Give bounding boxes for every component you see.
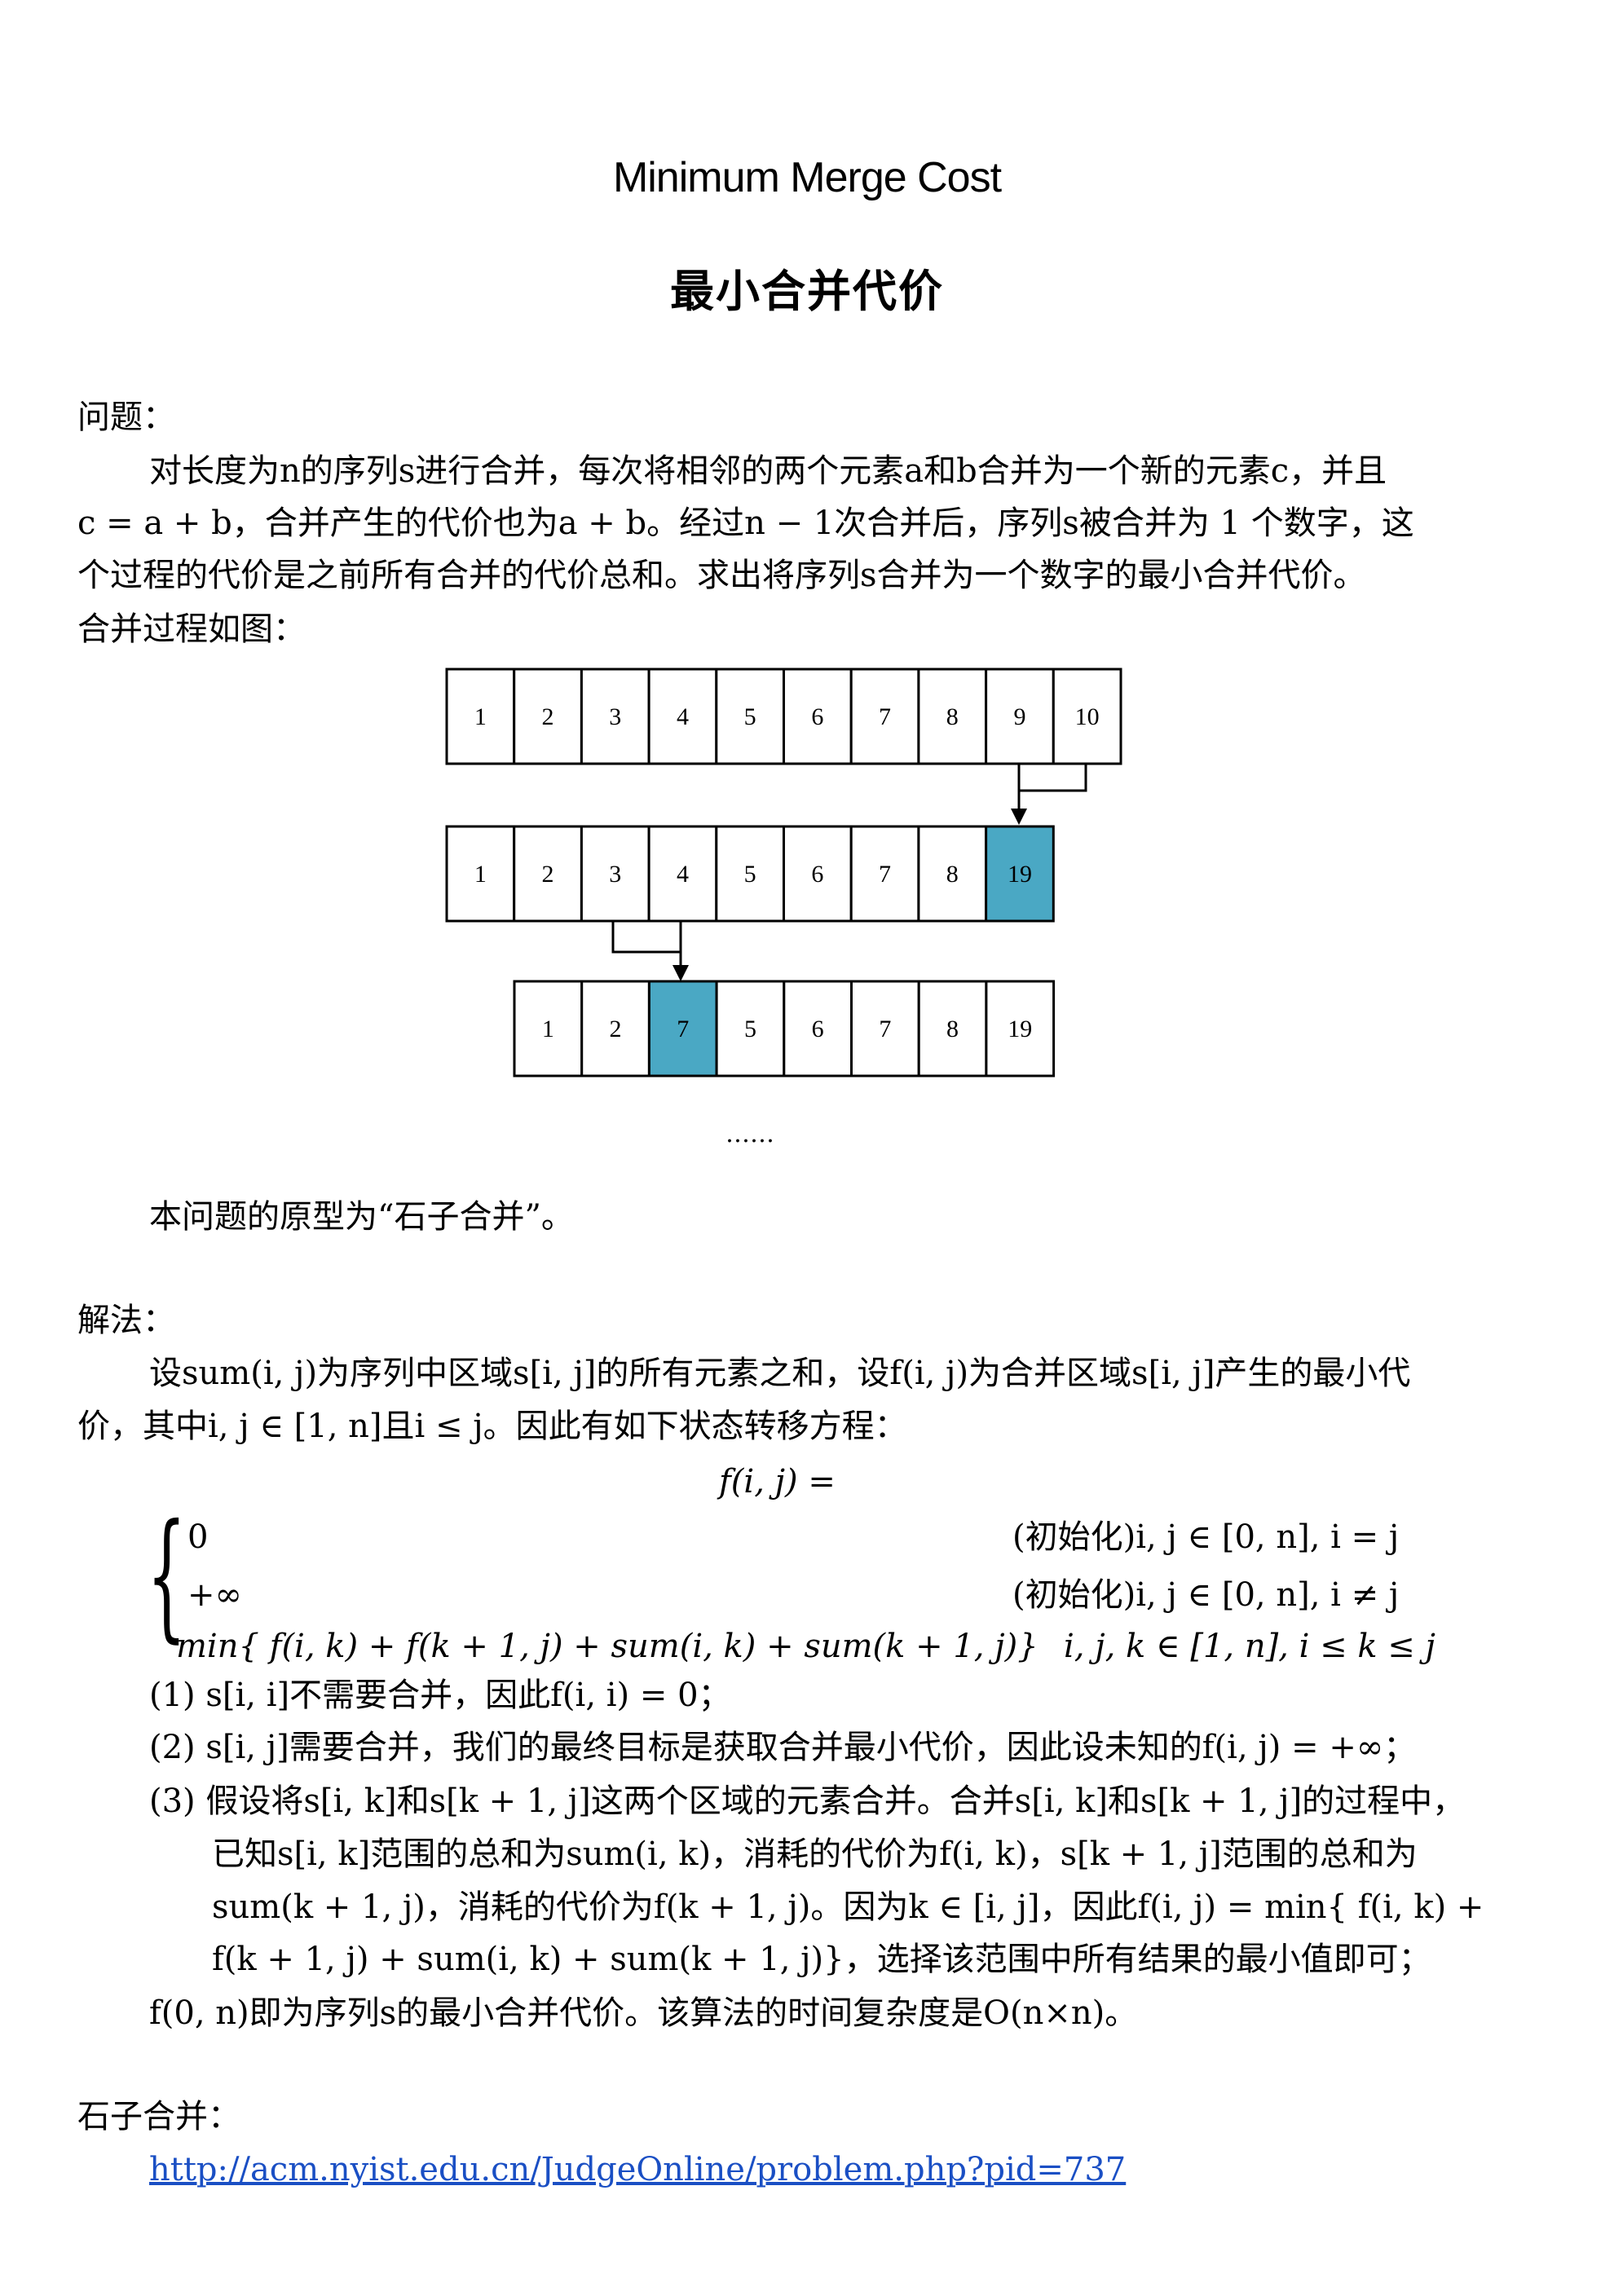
item-1: (1) s[i, i]不需要合并，因此f(i, i) = 0；	[149, 1677, 731, 1714]
row1-cell-value: 8	[946, 703, 959, 730]
solution-line-1: 设sum(i, j)为序列中区域s[i, j]的所有元素之和，设f(i, j)为…	[149, 1355, 1411, 1392]
case-2-condition: (初始化)i, j ∈ [0, n], i ≠ j	[1012, 1576, 1400, 1614]
reference-heading: 石子合并：	[77, 2098, 240, 2135]
conclusion: f(0, n)即为序列s的最小合并代价。该算法的时间复杂度是O(n×n)。	[149, 1994, 1138, 2032]
row1-cell-value: 5	[744, 703, 756, 730]
item-3-line-2: 已知s[i, k]范围的总和为sum(i, k)，消耗的代价为f(i, k)，s…	[212, 1835, 1418, 1873]
row3-cell-value: 7	[677, 1016, 689, 1042]
item-3-line-4: f(k + 1, j) + sum(i, k) + sum(k + 1, j)}…	[212, 1941, 1431, 1978]
row3-cell-value: 1	[542, 1016, 554, 1042]
document-page: Minimum Merge Cost 最小合并代价 问题： 对长度为n的序列s进…	[0, 0, 1614, 2296]
arrow-head-1	[1011, 809, 1027, 825]
case-2-expression: +∞	[187, 1576, 242, 1614]
row3-cell-value: 7	[879, 1016, 891, 1042]
row2-cell-value: 8	[946, 861, 959, 888]
cases-brace: {	[147, 1495, 187, 1656]
row3-cell-value: 2	[610, 1016, 622, 1042]
row1-cell-value: 4	[677, 703, 689, 730]
arrow-head-2	[672, 965, 689, 981]
item-3-line-3: sum(k + 1, j)，消耗的代价为f(k + 1, j)。因为k ∈ [i…	[212, 1888, 1484, 1926]
row3-cell-value: 5	[744, 1016, 756, 1042]
row2-cell-value: 19	[1008, 861, 1032, 888]
solution-heading: 解法：	[77, 1302, 175, 1339]
item-2: (2) s[i, j]需要合并，我们的最终目标是获取合并最小代价，因此设未知的f…	[149, 1729, 1417, 1766]
row1-cell-value: 9	[1013, 703, 1025, 730]
merge-arrow-1	[1017, 764, 1087, 811]
row1-cell-value: 7	[879, 703, 891, 730]
sequence-row-3: 1 2 7 5 6 7 8 19	[513, 980, 1056, 1077]
case-1-expression: 0	[187, 1518, 209, 1556]
row2-cell-value: 5	[744, 861, 756, 888]
row3-cell-value: 8	[946, 1016, 959, 1042]
sequence-row-1: 1 2 3 4 5 6 7 8 9 10	[445, 668, 1122, 765]
equation-lhs: f(i, j) =	[719, 1463, 836, 1501]
case-3-expression: min{ f(i, k) + f(k + 1, j) + sum(i, k) +…	[176, 1628, 1039, 1665]
case-3-condition: i, j, k ∈ [1, n], i ≤ k ≤ j	[1064, 1628, 1435, 1665]
row1-cell-value: 6	[811, 703, 823, 730]
row1-cell-value: 3	[609, 703, 621, 730]
merge-diagram: 1 2 3 4 5 6 7 8 9 10 1 2 3 4 5 6 7 8 19 1 2 7 5 6 7 8 19	[445, 668, 1122, 1077]
row3-cell-value: 19	[1008, 1016, 1032, 1042]
prototype-note: 本问题的原型为“石子合并”。	[149, 1198, 574, 1236]
item-3-line-1: (3) 假设将s[i, k]和s[k + 1, j]这两个区域的元素合并。合并s…	[149, 1783, 1466, 1820]
row2-cell-value: 6	[811, 861, 823, 888]
row2-cell-value: 2	[542, 861, 554, 888]
solution-line-2: 价，其中i, j ∈ [1, n]且i ≤ j。因此有如下状态转移方程：	[77, 1408, 907, 1445]
merge-arrow-2	[611, 921, 682, 967]
row1-cell-value: 10	[1075, 703, 1100, 730]
row2-cell-value: 7	[879, 861, 891, 888]
row2-cell-value: 3	[609, 861, 621, 888]
ellipsis: ……	[725, 1120, 774, 1148]
sequence-row-2: 1 2 3 4 5 6 7 8 19	[445, 825, 1055, 923]
reference-link[interactable]: http://acm.nyist.edu.cn/JudgeOnline/prob…	[149, 2153, 1126, 2186]
row1-cell-value: 2	[542, 703, 554, 730]
case-1-condition: (初始化)i, j ∈ [0, n], i = j	[1012, 1518, 1400, 1556]
row2-cell-value: 4	[677, 861, 689, 888]
row1-cell-value: 1	[474, 703, 487, 730]
row2-cell-value: 1	[474, 861, 487, 888]
row3-cell-value: 6	[812, 1016, 824, 1042]
